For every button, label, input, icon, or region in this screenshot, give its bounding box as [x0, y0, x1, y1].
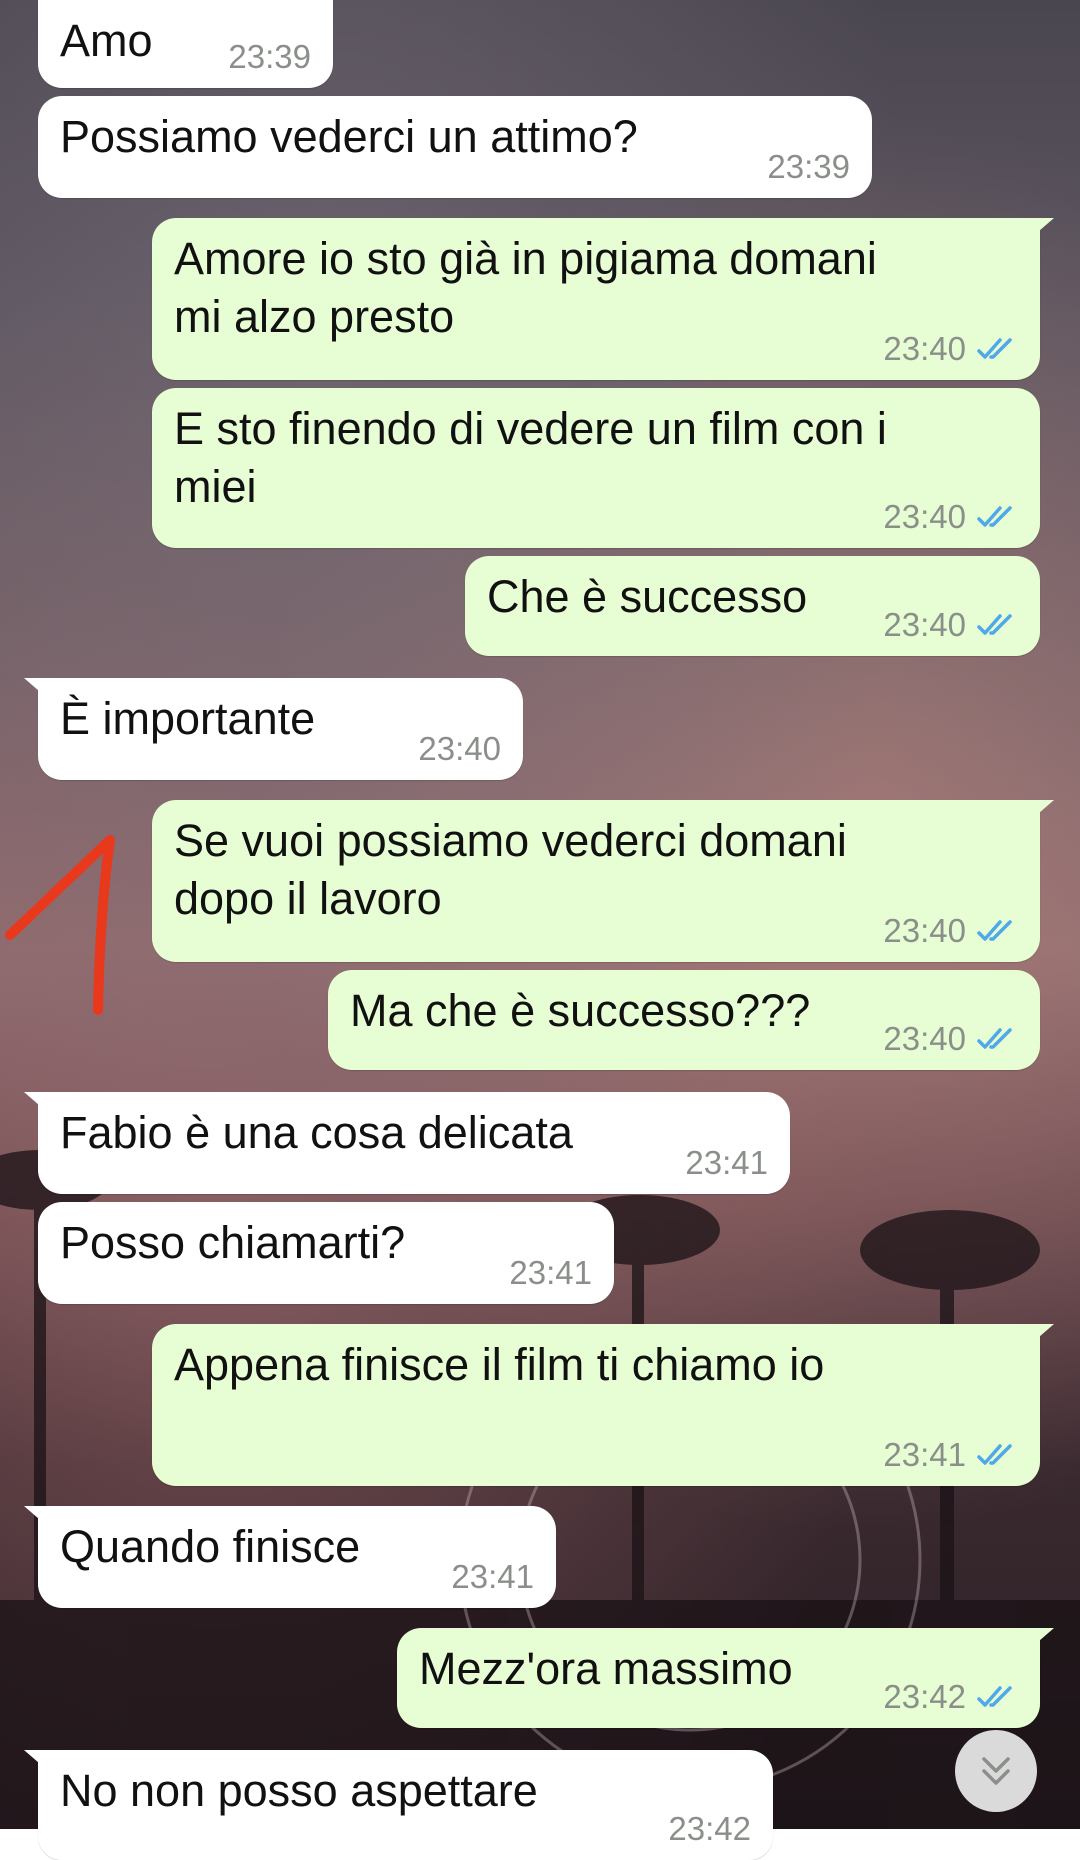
bubble-tail [24, 678, 54, 704]
bubble-tail [24, 1092, 54, 1118]
incoming-message-bubble[interactable]: Amo 23:39 [38, 0, 333, 88]
message-meta: 23:39 [767, 148, 850, 186]
incoming-message-bubble[interactable]: Quando finisce 23:41 [24, 1506, 556, 1608]
double-check-icon [977, 338, 1012, 359]
message-time: 23:42 [668, 1810, 751, 1847]
message-text: Appena finisce il film ti chiamo io [174, 1339, 825, 1390]
red-arrow-annotation [5, 835, 115, 1015]
message-meta: 23:41 [509, 1254, 592, 1292]
message-time: 23:40 [883, 498, 966, 535]
message-text: Fabio è una cosa delicata [60, 1107, 573, 1158]
incoming-message-bubble[interactable]: Possiamo vederci un attimo? 23:39 [38, 96, 872, 198]
double-check-icon [977, 1028, 1012, 1049]
message-text: Ma che è successo??? [350, 985, 811, 1036]
incoming-message-bubble[interactable]: No non posso aspettare 23:42 [24, 1750, 773, 1860]
message-time: 23:41 [685, 1144, 768, 1181]
message-time: 23:40 [883, 912, 966, 949]
message-time: 23:40 [418, 730, 501, 767]
message-time: 23:39 [767, 148, 850, 185]
outgoing-message-bubble[interactable]: Appena finisce il film ti chiamo io 23:41 [152, 1324, 1054, 1486]
double-check-icon [977, 614, 1012, 635]
message-meta: 23:41 [685, 1144, 768, 1182]
message-text: Quando finisce [60, 1521, 361, 1572]
message-time: 23:42 [883, 1678, 966, 1715]
message-text: Posso chiamarti? [60, 1217, 406, 1268]
message-time: 23:41 [883, 1436, 966, 1473]
double-chevron-down-icon [982, 1757, 1010, 1785]
message-meta: 23:40 [883, 912, 1018, 950]
message-meta: 23:41 [451, 1558, 534, 1596]
message-text: Amo [60, 15, 153, 66]
bubble-tail [24, 1750, 54, 1776]
double-check-icon [977, 920, 1012, 941]
bubble-tail [24, 1506, 54, 1532]
message-text: Che è successo [487, 571, 808, 622]
bubble-tail [1024, 218, 1054, 244]
outgoing-message-bubble[interactable]: Che è successo 23:40 [465, 556, 1040, 656]
message-time: 23:39 [228, 38, 311, 75]
message-text: No non posso aspettare [60, 1765, 538, 1816]
double-check-icon [977, 506, 1012, 527]
outgoing-message-bubble[interactable]: E sto finendo di vedere un film con i mi… [152, 388, 1040, 548]
double-check-icon [977, 1686, 1012, 1707]
outgoing-message-bubble[interactable]: Se vuoi possiamo vederci domani dopo il … [152, 800, 1054, 962]
message-text: Possiamo vederci un attimo? [60, 111, 638, 162]
outgoing-message-bubble[interactable]: Amore io sto già in pigiama domani mi al… [152, 218, 1054, 380]
bubble-tail [1024, 1324, 1054, 1350]
message-list[interactable]: Amo 23:39 Possiamo vederci un attimo? 23:39… [0, 0, 1080, 1860]
outgoing-message-bubble[interactable]: Mezz'ora massimo 23:42 [397, 1628, 1054, 1728]
message-meta: 23:40 [883, 606, 1018, 644]
message-time: 23:40 [883, 330, 966, 367]
incoming-message-bubble[interactable]: Fabio è una cosa delicata 23:41 [24, 1092, 790, 1194]
message-meta: 23:39 [228, 38, 311, 76]
outgoing-message-bubble[interactable]: Ma che è successo??? 23:40 [328, 970, 1040, 1070]
scroll-to-bottom-button[interactable] [955, 1730, 1037, 1812]
message-time: 23:40 [883, 1020, 966, 1057]
message-meta: 23:41 [883, 1436, 1018, 1474]
double-check-icon [977, 1444, 1012, 1465]
message-text: Amore io sto già in pigiama domani mi al… [174, 233, 877, 342]
incoming-message-bubble[interactable]: È importante 23:40 [24, 678, 523, 780]
bubble-tail [1024, 1628, 1054, 1654]
message-text: È importante [60, 693, 316, 744]
message-text: Se vuoi possiamo vederci domani dopo il … [174, 815, 847, 924]
message-meta: 23:40 [418, 730, 501, 768]
message-meta: 23:42 [668, 1810, 751, 1848]
bubble-tail [1024, 800, 1054, 826]
message-text: Mezz'ora massimo [419, 1643, 793, 1694]
message-time: 23:41 [451, 1558, 534, 1595]
message-meta: 23:40 [883, 498, 1018, 536]
message-meta: 23:42 [883, 1678, 1018, 1716]
message-time: 23:40 [883, 606, 966, 643]
message-meta: 23:40 [883, 330, 1018, 368]
message-meta: 23:40 [883, 1020, 1018, 1058]
message-text: E sto finendo di vedere un film con i mi… [174, 403, 887, 512]
message-time: 23:41 [509, 1254, 592, 1291]
incoming-message-bubble[interactable]: Posso chiamarti? 23:41 [38, 1202, 614, 1304]
